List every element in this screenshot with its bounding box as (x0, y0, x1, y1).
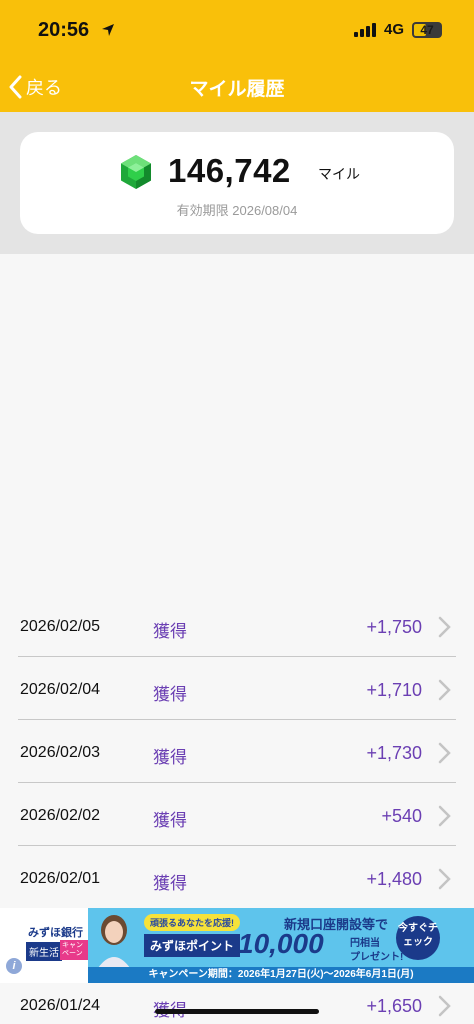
history-list: 2026/02/05 獲得 +1,750 2026/02/04 獲得 +1,71… (0, 594, 474, 909)
row-type: 獲得 (153, 811, 187, 830)
chevron-right-icon (438, 679, 451, 701)
ad-tag: 新生活 (26, 942, 62, 961)
signal-icon (353, 22, 376, 37)
ad-footer: キャンペーン期間：2026年1月27日(火)〜2026年6月1日(月) (88, 967, 474, 983)
history-row[interactable]: 2026/02/02 獲得 +540 (0, 783, 474, 846)
row-amount: +540 (381, 806, 422, 826)
battery-level: 47 (420, 22, 434, 37)
miles-expiry: 有効期限 2026/08/04 (176, 203, 298, 218)
row-type: 獲得 (153, 622, 187, 641)
ad-amount: 10,000 (238, 928, 324, 959)
row-amount: +1,650 (366, 996, 422, 1016)
ad-yen: 円相当 (350, 938, 380, 949)
ad-cta-button[interactable]: 今すぐチェック (396, 916, 440, 960)
row-date: 2026/02/04 (20, 681, 101, 698)
row-date: 2026/02/01 (20, 870, 101, 887)
history-row[interactable]: 2026/01/24 獲得 +1,650 (0, 983, 474, 1024)
history-row[interactable]: 2026/02/05 獲得 +1,750 (0, 594, 474, 657)
row-date: 2026/02/03 (20, 744, 101, 761)
battery-icon: 47 (412, 21, 442, 38)
row-amount: +1,750 (366, 617, 422, 637)
history-row[interactable]: 2026/02/03 獲得 +1,730 (0, 720, 474, 783)
history-row[interactable]: 2026/02/01 獲得 +1,480 (0, 846, 474, 909)
miles-balance: 146,742 (168, 152, 291, 189)
nav-bar: 戻る マイル履歴 (0, 62, 474, 112)
row-amount: +1,710 (366, 680, 422, 700)
network-type: 4G (383, 21, 404, 38)
ad-main[interactable]: 頑張るあなたを応援! 新規口座開設等で みずほポイント 10,000 円相当 プ… (88, 908, 474, 983)
ad-present: プレゼント! (350, 952, 404, 963)
row-type: 獲得 (153, 874, 187, 893)
home-indicator[interactable] (155, 1009, 319, 1014)
row-amount: +1,730 (366, 743, 422, 763)
row-date: 2026/02/02 (20, 807, 101, 824)
row-amount: +1,480 (366, 869, 422, 889)
miles-summary-card: 146,742 マイル 有効期限 2026/08/04 (20, 132, 454, 234)
ad-tag-campaign: キャンペーン (60, 940, 88, 960)
chevron-right-icon (438, 995, 451, 1017)
row-date: 2026/02/05 (20, 618, 101, 635)
row-type: 獲得 (153, 748, 187, 767)
chevron-right-icon (438, 616, 451, 638)
row-date: 2026/01/24 (20, 997, 101, 1014)
status-bar: 20:56 4G 47 (0, 0, 474, 62)
ad-person-image (98, 915, 130, 968)
chevron-right-icon (438, 742, 451, 764)
ad-pill: 頑張るあなたを応援! (144, 914, 240, 931)
location-arrow-icon (102, 24, 114, 36)
ad-left-panel: みずほ銀行 新生活 キャンペーン i (0, 908, 88, 983)
gem-icon (121, 155, 151, 189)
row-type: 獲得 (153, 685, 187, 704)
status-indicators: 4G 47 (353, 21, 442, 38)
page-title: マイル履歴 (189, 79, 285, 100)
history-row[interactable]: 2026/02/04 獲得 +1,710 (0, 657, 474, 720)
ad-point-label: みずほポイント (144, 934, 241, 957)
ad-bank-name: みずほ銀行 (28, 927, 83, 939)
status-time: 20:56 (38, 19, 90, 41)
chevron-right-icon (438, 868, 451, 890)
miles-unit: マイル (318, 166, 360, 182)
info-icon[interactable]: i (6, 958, 22, 974)
chevron-right-icon (438, 805, 451, 827)
ad-banner[interactable]: みずほ銀行 新生活 キャンペーン i 頑張るあなたを応援! 新規口座開設等で み… (0, 908, 474, 983)
summary-section: 146,742 マイル 有効期限 2026/08/04 (0, 112, 474, 254)
